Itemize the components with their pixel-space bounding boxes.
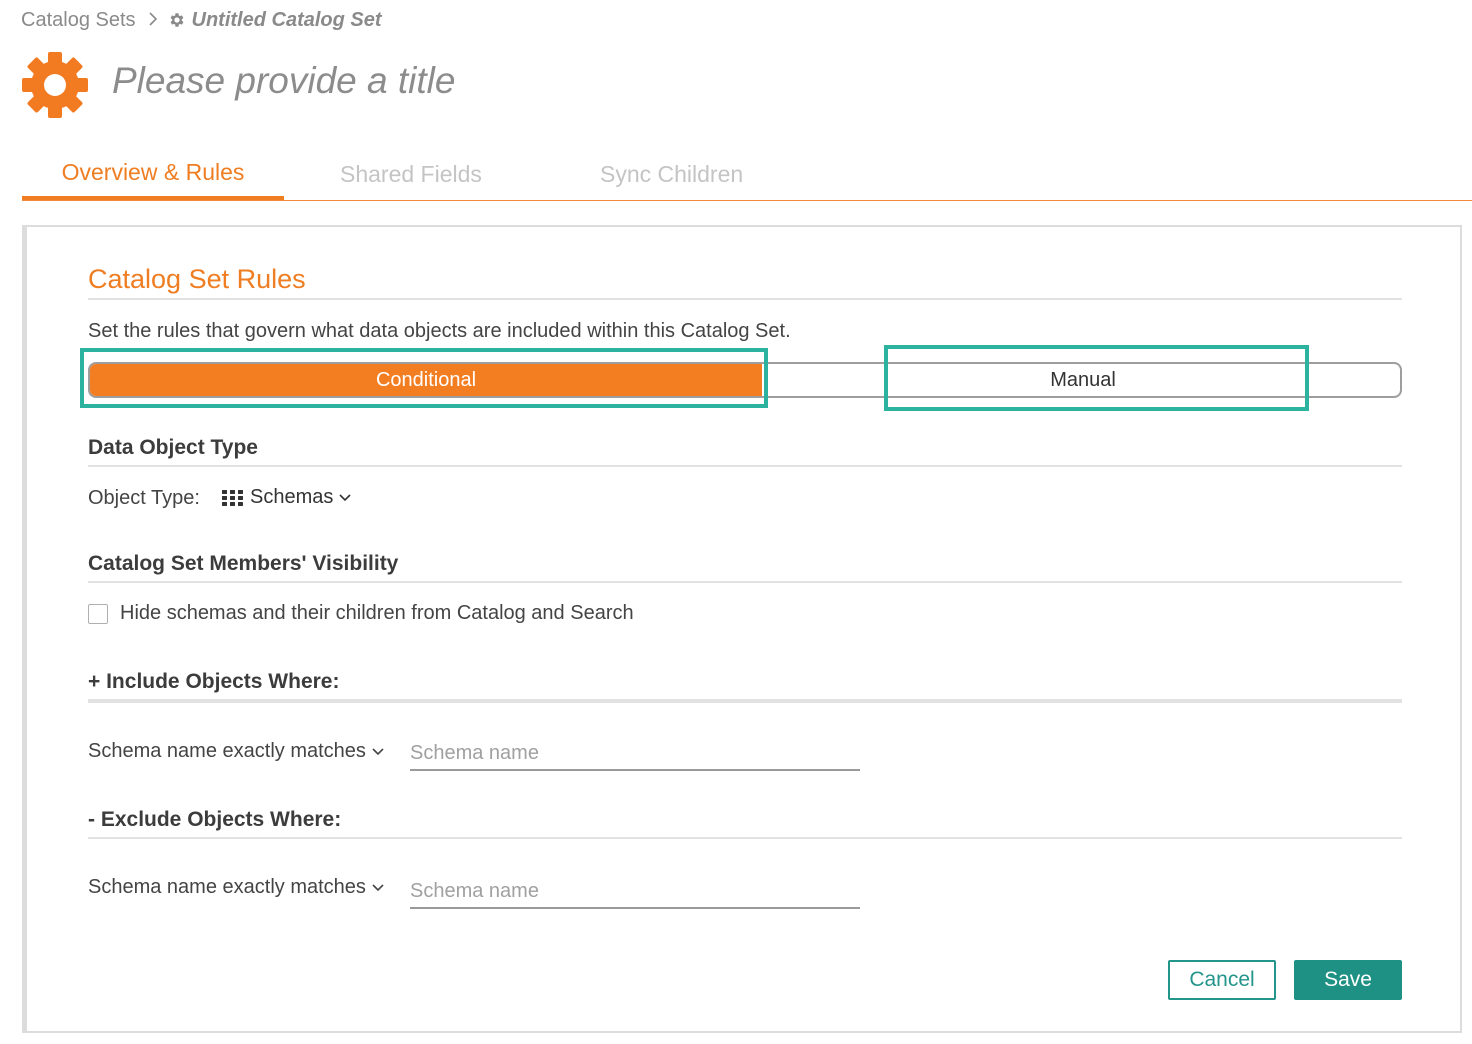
breadcrumb: Catalog Sets Untitled Catalog Set bbox=[21, 6, 382, 34]
include-condition-label: Schema name exactly matches bbox=[88, 740, 366, 762]
exclude-schema-name-input[interactable] bbox=[410, 875, 860, 909]
section-title-data-object-type: Data Object Type bbox=[88, 436, 258, 459]
breadcrumb-parent-link[interactable]: Catalog Sets bbox=[21, 9, 136, 32]
object-type-label: Object Type: bbox=[88, 487, 200, 509]
chevron-down-icon bbox=[372, 883, 384, 891]
include-condition-dropdown[interactable]: Schema name exactly matches bbox=[88, 740, 384, 763]
breadcrumb-current: Untitled Catalog Set bbox=[168, 9, 382, 32]
tab-shared-fields[interactable]: Shared Fields bbox=[340, 148, 482, 200]
cancel-button[interactable]: Cancel bbox=[1168, 960, 1276, 1000]
tab-bar: Overview & Rules Shared Fields Sync Chil… bbox=[22, 148, 1472, 201]
chevron-down-icon bbox=[372, 747, 384, 755]
chevron-down-icon bbox=[339, 493, 351, 501]
section-title-visibility: Catalog Set Members' Visibility bbox=[88, 552, 399, 575]
tab-overview-rules[interactable]: Overview & Rules bbox=[22, 148, 284, 200]
divider bbox=[88, 699, 1402, 703]
page-title-field[interactable]: Please provide a title bbox=[112, 60, 455, 102]
tab-sync-children[interactable]: Sync Children bbox=[600, 148, 743, 200]
save-button[interactable]: Save bbox=[1294, 960, 1402, 1000]
breadcrumb-separator bbox=[148, 10, 158, 31]
grid-icon bbox=[222, 489, 243, 506]
exclude-condition-dropdown[interactable]: Schema name exactly matches bbox=[88, 876, 384, 899]
gear-icon bbox=[170, 13, 183, 27]
hide-members-label: Hide schemas and their children from Cat… bbox=[120, 602, 634, 624]
section-title-catalog-set-rules: Catalog Set Rules bbox=[88, 264, 306, 294]
gear-icon bbox=[20, 50, 90, 125]
divider bbox=[88, 837, 1402, 839]
include-objects-toggle[interactable]: + Include Objects Where: bbox=[88, 670, 339, 694]
exclude-objects-toggle[interactable]: - Exclude Objects Where: bbox=[88, 808, 341, 832]
divider bbox=[88, 298, 1402, 300]
object-type-dropdown[interactable]: Schemas bbox=[222, 486, 351, 509]
hide-members-checkbox[interactable] bbox=[88, 604, 108, 624]
include-schema-name-input[interactable] bbox=[410, 737, 860, 771]
divider bbox=[88, 465, 1402, 467]
exclude-condition-label: Schema name exactly matches bbox=[88, 876, 366, 898]
rules-description: Set the rules that govern what data obje… bbox=[88, 320, 791, 342]
highlight-box-manual bbox=[884, 345, 1309, 411]
object-type-value: Schemas bbox=[250, 486, 334, 508]
breadcrumb-current-label: Untitled Catalog Set bbox=[191, 8, 382, 31]
divider bbox=[88, 581, 1402, 583]
highlight-box-conditional bbox=[80, 348, 768, 408]
